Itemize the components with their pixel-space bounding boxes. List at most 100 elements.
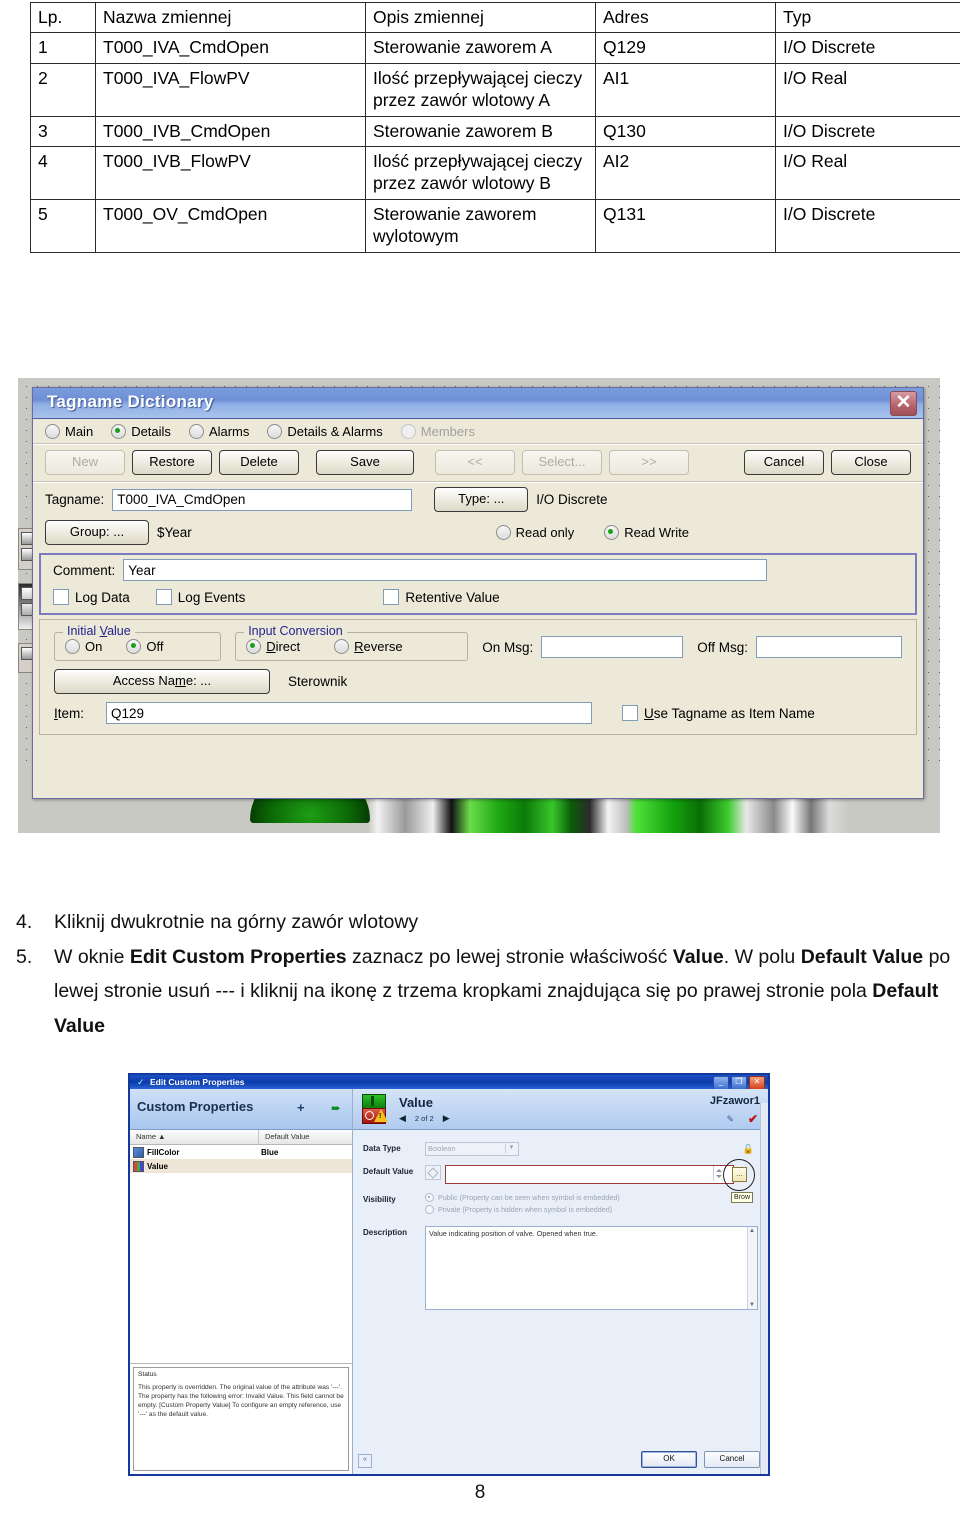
edit-custom-properties-screenshot: ✓ Edit Custom Properties _ ❐ ✕ Custom Pr…	[128, 1073, 770, 1476]
ok-button[interactable]: OK	[641, 1451, 697, 1468]
scroll-down-icon[interactable]: ▼	[749, 1302, 755, 1308]
list-item[interactable]: Value	[130, 1159, 352, 1173]
off-msg-input[interactable]	[756, 636, 902, 658]
default-value-input[interactable]: ... Brow	[445, 1159, 755, 1203]
checkbox-use-tagname-as-item-name[interactable]: Use Tagname as Item Name	[622, 705, 815, 721]
comment-input[interactable]	[123, 559, 768, 581]
checkbox-box-icon	[383, 589, 400, 605]
close-icon[interactable]: ✕	[749, 1076, 765, 1090]
group-button[interactable]: Group: ...	[45, 520, 149, 545]
radio-details[interactable]: Details	[111, 424, 171, 439]
access-name-value: Sterownik	[288, 674, 348, 689]
cell-desc: Sterowanie zaworem A	[365, 32, 596, 64]
maximize-icon[interactable]: ❐	[731, 1076, 747, 1090]
visibility-row: Visibility Public (Property can be seen …	[363, 1193, 758, 1217]
type-button[interactable]: Type: ...	[434, 487, 529, 512]
column-header-addr: Adres	[595, 1, 776, 34]
column-header-property-name[interactable]: Name ▲	[130, 1130, 259, 1144]
radio-reverse[interactable]: Reverse	[334, 639, 403, 654]
dialog-button-row: OK Cancel	[641, 1451, 760, 1468]
checkbox-log-data[interactable]: Log Data	[53, 589, 130, 605]
property-navigator: ◀ 2 of 2 ▶	[399, 1113, 450, 1124]
checkbox-box-icon	[622, 705, 639, 721]
list-item[interactable]: FillColor Blue	[130, 1145, 352, 1159]
dialog-scrollbar[interactable]	[760, 1103, 768, 1474]
property-title: Value	[399, 1095, 433, 1110]
radio-initial-on[interactable]: On	[65, 639, 102, 654]
property-editor-header: Value JFzawor1 ◀ 2 of 2 ▶ ✎ ✔	[353, 1089, 768, 1130]
minimize-icon[interactable]: _	[713, 1076, 729, 1090]
status-text: This property is overridden. The origina…	[138, 1383, 344, 1418]
custom-properties-pane: Custom Properties + ➨ Name ▲ Default Val…	[130, 1089, 353, 1474]
data-type-select: Boolean ▾	[425, 1142, 519, 1156]
cell-addr: Q130	[595, 115, 776, 147]
export-arrow-icon[interactable]: ➨	[331, 1101, 341, 1115]
item-input[interactable]	[106, 702, 593, 724]
default-value-label: Default Value	[363, 1167, 414, 1176]
visibility-label: Visibility	[363, 1195, 396, 1204]
checkbox-log-events[interactable]: Log Events	[155, 589, 245, 605]
select-button: Select...	[522, 450, 602, 475]
dialog-title: Tagname Dictionary	[47, 392, 214, 411]
property-list-header: Name ▲ Default Value	[130, 1130, 352, 1145]
save-button[interactable]: Save	[316, 450, 414, 475]
radio-read-write[interactable]: Read Write	[604, 525, 689, 540]
access-name-row: Access Name: ... Sterownik	[40, 661, 916, 698]
symbol-name: JFzawor1	[709, 1095, 760, 1107]
tagname-input[interactable]	[112, 488, 413, 511]
column-header-default-value[interactable]: Default Value	[259, 1130, 352, 1144]
cell-type: I/O Discrete	[775, 115, 960, 147]
prev-property-icon[interactable]: ◀	[399, 1113, 406, 1124]
cell-desc: Ilość przepływającej cieczy przez zawór …	[365, 145, 596, 200]
cell-type: I/O Discrete	[775, 32, 960, 64]
custom-properties-header: Custom Properties + ➨	[130, 1089, 352, 1130]
spinner-icon[interactable]	[713, 1166, 723, 1181]
scroll-up-icon[interactable]: ▲	[749, 1228, 755, 1234]
column-header-desc: Opis zmiennej	[365, 1, 596, 34]
table-row: 1 T000_IVA_CmdOpen Sterowanie zaworem A …	[30, 32, 960, 64]
on-msg-input[interactable]	[541, 636, 684, 658]
radio-direct[interactable]: Direct	[246, 639, 300, 654]
access-name-button[interactable]: Access Name: ...	[54, 669, 270, 694]
reference-tag-icon[interactable]	[425, 1165, 441, 1180]
comment-panel: Comment: Log Data Log Events Retentive V…	[39, 553, 917, 615]
cell-name: T000_OV_CmdOpen	[95, 198, 366, 253]
close-button[interactable]: Close	[831, 450, 911, 475]
collapse-button[interactable]: «	[358, 1454, 372, 1468]
cancel-button[interactable]: Cancel	[744, 450, 824, 475]
cancel-button[interactable]: Cancel	[704, 1451, 760, 1468]
restore-button[interactable]: Restore	[132, 450, 212, 475]
radio-read-only[interactable]: Read only	[495, 525, 574, 540]
warning-icon	[374, 1109, 388, 1122]
chevron-down-icon: ▾	[505, 1144, 517, 1153]
add-property-icon[interactable]: +	[297, 1100, 305, 1115]
close-icon[interactable]: ✕	[890, 391, 917, 416]
step-seg-bold: Value	[672, 945, 724, 968]
checkbox-box-icon	[53, 589, 69, 605]
lock-icon[interactable]: 🔓	[743, 1144, 754, 1155]
radio-private[interactable]: Private (Property is hidden when symbol …	[425, 1205, 758, 1214]
cell-lp: 1	[30, 32, 96, 64]
logging-options-row: Log Data Log Events Retentive Value	[41, 585, 915, 609]
next-property-icon[interactable]: ▶	[443, 1113, 450, 1124]
description-row: Description Value indicating position of…	[363, 1226, 758, 1310]
edit-pencil-icon[interactable]: ✎	[726, 1114, 734, 1125]
radio-alarms[interactable]: Alarms	[188, 424, 249, 439]
scrollbar[interactable]: ▲ ▼	[747, 1227, 757, 1309]
browse-ellipsis-button[interactable]: ...	[732, 1167, 747, 1182]
column-header-name: Nazwa zmiennej	[95, 1, 366, 34]
radio-dot-icon	[267, 424, 283, 439]
ecp-window-title: Edit Custom Properties	[150, 1077, 245, 1087]
default-value-row: Default Value ... Brow	[363, 1159, 758, 1203]
apply-check-icon[interactable]: ✔	[748, 1112, 758, 1126]
property-editor-pane: Value JFzawor1 ◀ 2 of 2 ▶ ✎ ✔ Data Type …	[353, 1089, 768, 1474]
cell-type: I/O Real	[775, 145, 960, 200]
initial-value-group: Initial Value On Off	[54, 624, 222, 661]
radio-details-and-alarms[interactable]: Details & Alarms	[267, 424, 383, 439]
radio-initial-off[interactable]: Off	[126, 639, 163, 654]
checkbox-retentive-value[interactable]: Retentive Value	[383, 589, 500, 605]
radio-public[interactable]: Public (Property can be seen when symbol…	[425, 1193, 758, 1202]
delete-button[interactable]: Delete	[219, 450, 299, 475]
description-textarea[interactable]: Value indicating position of valve. Open…	[425, 1226, 758, 1310]
radio-main[interactable]: Main	[45, 424, 93, 439]
